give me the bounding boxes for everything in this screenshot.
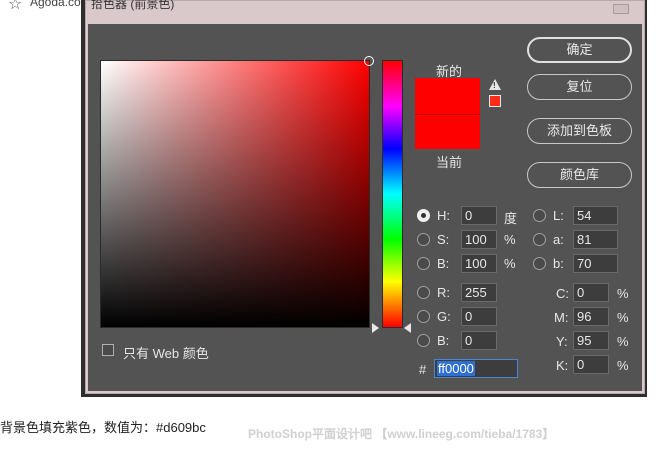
out-of-gamut-warning-icon[interactable]: ! bbox=[489, 79, 501, 90]
color-picker-cursor[interactable] bbox=[364, 56, 374, 66]
radio-lab-l[interactable] bbox=[533, 209, 546, 222]
current-color-label: 当前 bbox=[436, 155, 463, 170]
yellow-field[interactable]: 95 bbox=[573, 331, 609, 350]
lab-l-field[interactable]: 54 bbox=[573, 206, 618, 225]
radio-lab-a[interactable] bbox=[533, 233, 546, 246]
saturation-field[interactable]: 100 bbox=[461, 230, 497, 249]
radio-saturation[interactable] bbox=[417, 233, 430, 246]
green-label: G: bbox=[437, 309, 451, 324]
saturation-brightness-field[interactable] bbox=[100, 56, 374, 328]
ok-button[interactable]: 确定 bbox=[527, 37, 632, 63]
current-color-swatch[interactable] bbox=[415, 114, 480, 149]
red-label: R: bbox=[437, 285, 450, 300]
black-field[interactable]: 0 bbox=[573, 355, 609, 374]
hex-value: ff0000 bbox=[437, 361, 475, 376]
green-field[interactable]: 0 bbox=[461, 307, 497, 326]
hue-slider-left-arrow-icon[interactable] bbox=[372, 323, 379, 333]
gamut-correction-swatch[interactable] bbox=[489, 95, 501, 107]
lab-l-label: L: bbox=[553, 208, 564, 223]
magenta-unit: % bbox=[617, 310, 629, 325]
watermark-text: PhotoShop平面设计吧 【www.lineeg.com/tieba/178… bbox=[248, 427, 555, 441]
blue-label: B: bbox=[437, 333, 450, 348]
dialog-title: 拾色器 (前景色) bbox=[91, 0, 175, 11]
cyan-field[interactable]: 0 bbox=[573, 283, 609, 302]
radio-green[interactable] bbox=[417, 310, 430, 323]
hue-slider-right-arrow-icon[interactable] bbox=[404, 323, 411, 333]
lab-b-field[interactable]: 70 bbox=[573, 254, 618, 273]
lab-a-label: a: bbox=[553, 232, 564, 247]
lab-a-field[interactable]: 81 bbox=[573, 230, 618, 249]
reset-button[interactable]: 复位 bbox=[527, 74, 632, 100]
magenta-label: M: bbox=[554, 310, 569, 325]
brightness-field[interactable]: 100 bbox=[461, 254, 497, 273]
brightness-label: B: bbox=[437, 256, 450, 271]
cyan-label: C: bbox=[556, 286, 569, 301]
saturation-label: S: bbox=[437, 232, 450, 247]
new-color-swatch bbox=[415, 78, 480, 114]
cyan-unit: % bbox=[617, 286, 629, 301]
web-colors-only-checkbox[interactable] bbox=[102, 344, 114, 356]
brightness-unit: % bbox=[504, 256, 516, 271]
caption-text: 背景色填充紫色，数值为：#d609bc bbox=[0, 420, 206, 435]
hue-unit: 度 bbox=[504, 211, 518, 226]
lab-b-label: b: bbox=[553, 256, 564, 271]
radio-lab-b[interactable] bbox=[533, 257, 546, 270]
saturation-unit: % bbox=[504, 232, 516, 247]
radio-red[interactable] bbox=[417, 286, 430, 299]
black-unit: % bbox=[617, 358, 629, 373]
blue-field[interactable]: 0 bbox=[461, 331, 497, 350]
hue-label: H: bbox=[437, 208, 450, 223]
yellow-unit: % bbox=[617, 334, 629, 349]
radio-hue[interactable] bbox=[417, 209, 430, 222]
color-libraries-button[interactable]: 颜色库 bbox=[527, 162, 632, 188]
radio-brightness[interactable] bbox=[417, 257, 430, 270]
add-to-swatches-button[interactable]: 添加到色板 bbox=[527, 118, 632, 144]
radio-blue[interactable] bbox=[417, 334, 430, 347]
magenta-field[interactable]: 96 bbox=[573, 307, 609, 326]
web-colors-only-label: 只有 Web 颜色 bbox=[123, 346, 209, 361]
hue-slider[interactable] bbox=[382, 60, 403, 328]
red-field[interactable]: 255 bbox=[461, 283, 497, 302]
black-label: K: bbox=[556, 358, 569, 373]
hex-symbol: # bbox=[419, 362, 427, 377]
star-icon[interactable]: ☆ bbox=[8, 0, 22, 14]
hex-input[interactable]: ff0000 bbox=[434, 359, 518, 378]
hue-field[interactable]: 0 bbox=[461, 206, 497, 225]
yellow-label: Y: bbox=[556, 334, 568, 349]
close-icon[interactable] bbox=[613, 4, 629, 14]
